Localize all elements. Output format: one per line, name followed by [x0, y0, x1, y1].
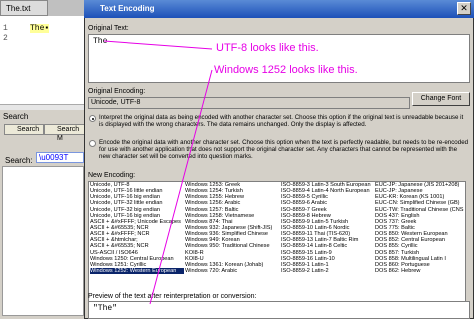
- win1252-arrow-line: [149, 69, 213, 305]
- utf8-arrow-line: [103, 40, 213, 50]
- annotation-arrows: [103, 40, 213, 305]
